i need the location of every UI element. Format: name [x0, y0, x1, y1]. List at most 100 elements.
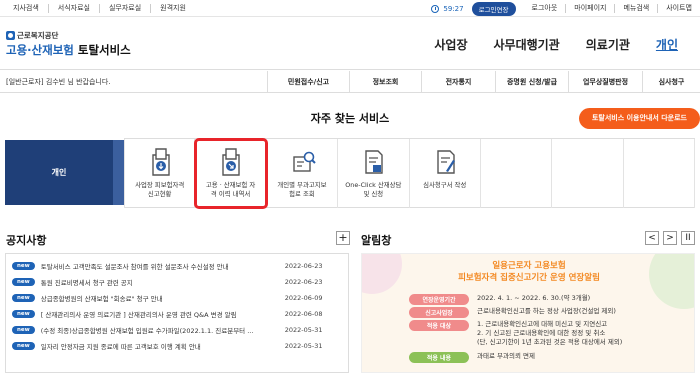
sub-nav: 민원접수/신고 정보조회 전자통지 증명원 신청/발급 업무상질병판정 심사청구 [267, 71, 700, 93]
banner-row-text: 2022. 4. 1. ~ 2022. 6. 30.(약 3개월) [477, 294, 591, 302]
personal-category-tab[interactable]: 개인 [5, 140, 125, 205]
notice-text[interactable]: 일자리 안정자금 지원 종료에 따른 고객보호 이행 계획 안내 [41, 341, 279, 351]
guide-download-button[interactable]: 토탈서비스 이용안내서 다운로드 [579, 108, 700, 129]
notice-date: 2022-06-23 [284, 278, 323, 286]
notice-item[interactable]: new 상급종합병원의 산재보험 "회송료" 청구 안내 2022-06-09 [12, 290, 342, 306]
service-label: 심사청구서 작성 [412, 181, 478, 190]
practice-library-link[interactable]: 실무자료실 [100, 4, 152, 13]
notice-date: 2022-05-31 [284, 326, 323, 334]
sitemap-link[interactable]: 사이트맵 [657, 4, 700, 13]
service-label-text: 개인별 부과고지보 험료 조회 [277, 181, 327, 198]
banner-row-text: 과태료 부과의뢰 면제 [477, 352, 535, 360]
banner-row-label: 적용 대상 [409, 320, 469, 331]
service-slot-empty [481, 139, 553, 208]
notice-title: 공지사항 [6, 234, 47, 247]
service-name-part1: 고용·산재보험 [6, 43, 74, 57]
card-search-icon [293, 151, 316, 172]
sub-menu-bar: [일반근로자] 김수빈 님 반갑습니다. 민원접수/신고 정보조회 전자통지 증… [0, 71, 700, 93]
nav-medical[interactable]: 의료기관 [586, 36, 630, 53]
service-name-part2: 토탈서비스 [73, 43, 131, 57]
new-badge: new [12, 294, 35, 302]
favorite-services: 사업장 피보험자격 신고현황 고용 · 산재보험 자 격 이력 내역서 개인별 … [124, 138, 695, 209]
banner-headline-1: 일용근로자 고용보험 [492, 261, 566, 271]
service-label: 사업장 피보험자격 신고현황 [127, 181, 192, 199]
alert-next-button[interactable]: > [663, 231, 677, 245]
branch-search-link[interactable]: 지사검색 [0, 4, 49, 13]
menu-search-link[interactable]: 메뉴검색 [614, 4, 657, 13]
submenu-certificate[interactable]: 증명원 신청/발급 [495, 71, 568, 93]
submenu-civil-filing[interactable]: 민원접수/신고 [267, 71, 349, 93]
login-extend-button[interactable]: 로그인연장 [471, 1, 516, 16]
service-insurance-history[interactable]: 고용 · 산재보험 자 격 이력 내역서 [194, 138, 268, 209]
new-badge: new [12, 262, 35, 270]
new-badge: new [12, 342, 35, 350]
welcome-message: [일반근로자] 김수빈 님 반갑습니다. [6, 78, 111, 86]
submenu-e-notice[interactable]: 전자통지 [421, 71, 495, 93]
new-badge: new [12, 278, 35, 286]
service-label-text: One-Click 산재상담 및 신청 [345, 181, 402, 198]
session-timer: 59:27 [431, 4, 464, 13]
alert-pause-button[interactable]: II [681, 231, 695, 245]
notice-text[interactable]: (수정 최종)상급종합병원 산재보험 입원료 수가파일(2022.1.1. 진료… [41, 325, 279, 335]
notice-text[interactable]: 토탈서비스 고객만족도 설문조사 참여를 위한 설문조사 수신설정 안내 [41, 261, 279, 271]
notice-item[interactable]: new 토탈서비스 고객만족도 설문조사 참여를 위한 설문조사 수신설정 안내… [12, 258, 342, 274]
banner-row: 신고사업장 근로내용확인신고를 하는 정상 사업장(건설업 제외) [409, 307, 616, 318]
banner-row: 연장운영기간 2022. 4. 1. ~ 2022. 6. 30.(약 3개월) [409, 294, 590, 305]
clock-icon [431, 4, 440, 13]
banner-row-label: 적용 내용 [409, 352, 469, 363]
session-timer-value: 59:27 [443, 4, 464, 13]
main-nav: 사업장 사무대행기관 의료기관 개인 [408, 18, 700, 70]
notice-item[interactable]: new (수정 최종)상급종합병원 산재보험 입원료 수가파일(2022.1.1… [12, 322, 342, 338]
notice-more-button[interactable]: + [336, 231, 350, 245]
service-one-click[interactable]: One-Click 산재상담 및 신청 [338, 139, 410, 208]
nav-workplace[interactable]: 사업장 [434, 36, 467, 53]
logo-org: 근로복지공단 [6, 30, 131, 41]
banner-row: 적용 내용 과태료 부과의뢰 면제 [409, 352, 535, 363]
service-label: One-Click 산재상담 및 신청 [340, 181, 406, 199]
banner-row-label: 연장운영기간 [409, 294, 469, 305]
new-badge: new [12, 326, 35, 334]
service-label-text: 사업장 피보험자격 신고현황 [135, 181, 185, 198]
nav-personal[interactable]: 개인 [656, 36, 678, 53]
site-logo[interactable]: 근로복지공단 고용·산재보험 토탈서비스 [6, 30, 131, 58]
remote-support-link[interactable]: 원격지원 [151, 4, 195, 13]
alert-banner[interactable]: 일용근로자 고용보험 피보험자격 집중신고기간 운영 연장알림 연장운영기간 2… [361, 253, 695, 373]
new-badge: new [12, 310, 35, 318]
banner-row-text: 근로내용확인신고를 하는 정상 사업장(건설업 제외) [477, 307, 616, 315]
document-download-icon [152, 148, 170, 176]
document-stamp-icon [365, 150, 383, 174]
banner-row: 적용 대상 1. 근로내용확인신고에 대해 미신고 및 지연신고 2. 기 신고… [409, 320, 622, 347]
alert-prev-button[interactable]: < [645, 231, 659, 245]
logo-mark-icon [6, 31, 15, 40]
forms-library-link[interactable]: 서식자료실 [49, 4, 100, 13]
service-label: 개인별 부과고지보 험료 조회 [269, 181, 335, 199]
notice-text[interactable]: 상급종합병원의 산재보험 "회송료" 청구 안내 [41, 293, 279, 303]
submenu-review-request[interactable]: 심사청구 [642, 71, 700, 93]
notice-item[interactable]: new [ 산재관리의사 운영 의료기관 ] 산재관리의사 운영 관련 Q&A … [12, 306, 342, 322]
service-insured-status[interactable]: 사업장 피보험자격 신고현황 [124, 139, 196, 208]
submenu-occupational-disease[interactable]: 업무상질병판정 [568, 71, 642, 93]
mypage-link[interactable]: 마이페이지 [565, 4, 614, 13]
service-label: 고용 · 산재보험 자 격 이력 내역서 [197, 181, 263, 199]
notice-text[interactable]: [ 산재관리의사 운영 의료기관 ] 산재관리의사 운영 관련 Q&A 변경 알… [41, 309, 279, 319]
service-label-text: 고용 · 산재보험 자 격 이력 내역서 [205, 181, 256, 198]
banner-row-label: 신고사업장 [409, 307, 469, 318]
alert-title: 알림창 [361, 234, 392, 247]
nav-agency[interactable]: 사무대행기관 [493, 36, 559, 53]
notice-date: 2022-06-23 [284, 262, 323, 270]
submenu-info-lookup[interactable]: 정보조회 [349, 71, 421, 93]
notice-date: 2022-06-08 [284, 310, 323, 318]
document-history-icon [222, 148, 241, 176]
notice-date: 2022-06-09 [284, 294, 323, 302]
service-slot-empty [552, 139, 624, 208]
service-premium-lookup[interactable]: 개인별 부과고지보 험료 조회 [267, 139, 339, 208]
service-label-text: 심사청구서 작성 [423, 181, 467, 189]
notice-date: 2022-05-31 [284, 342, 323, 350]
notice-item[interactable]: new 일자리 안정자금 지원 종료에 따른 고객보호 이행 계획 안내 202… [12, 338, 342, 354]
service-name: 고용·산재보험 토탈서비스 [6, 42, 131, 58]
service-review-claim[interactable]: 심사청구서 작성 [410, 139, 481, 208]
logout-link[interactable]: 로그아웃 [524, 4, 566, 13]
notice-text[interactable]: 통원 진료비명세서 청구 관련 공지 [41, 277, 279, 287]
banner-row-text: 1. 근로내용확인신고에 대해 미신고 및 지연신고 2. 기 신고된 근로내용… [477, 320, 623, 346]
notice-item[interactable]: new 통원 진료비명세서 청구 관련 공지 2022-06-23 [12, 274, 342, 290]
